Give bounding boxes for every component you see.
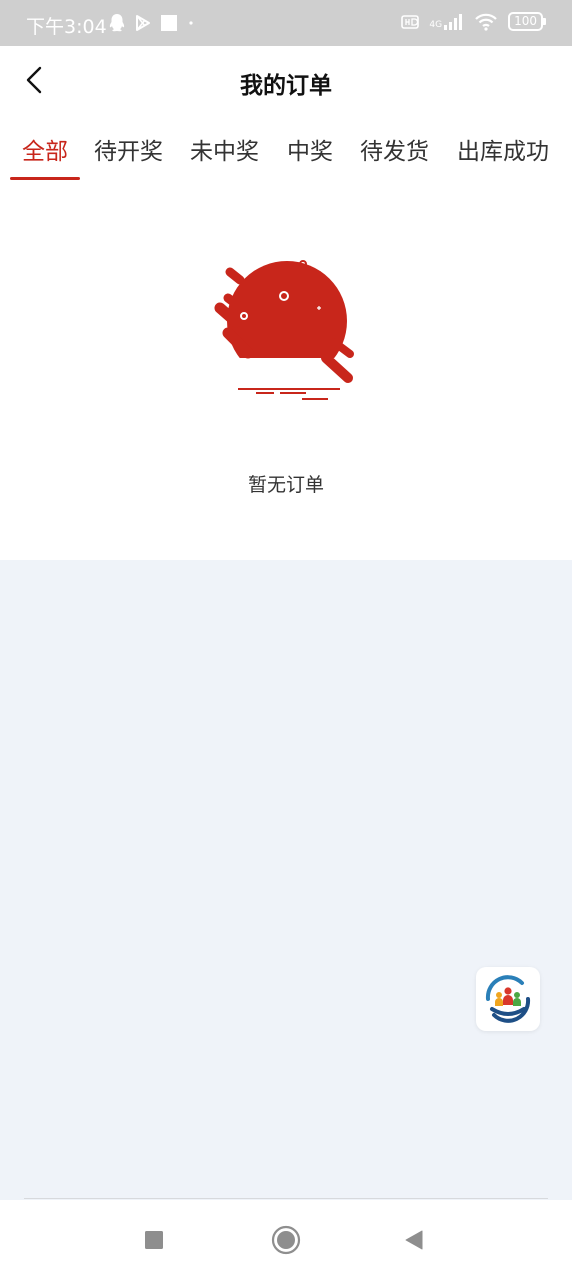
- hd-voice-icon: [401, 14, 420, 29]
- order-status-tabs: 全部 待开奖 未中奖 中奖 待发货 出库成功: [0, 116, 572, 196]
- back-nav-button[interactable]: [394, 1220, 434, 1260]
- system-navigation-bar: [0, 1200, 572, 1276]
- home-button[interactable]: [266, 1220, 306, 1260]
- page-title: 我的订单: [240, 73, 332, 99]
- app-notification-icon: [161, 15, 177, 31]
- tab-shipped[interactable]: 出库成功: [457, 132, 549, 166]
- recent-apps-button[interactable]: [134, 1220, 174, 1260]
- status-time: 下午3:04: [26, 16, 107, 38]
- tab-all[interactable]: 全部: [22, 132, 68, 166]
- network-type: 4G: [429, 19, 443, 30]
- battery-tip-icon: [543, 18, 546, 25]
- floating-service-button[interactable]: [476, 967, 540, 1031]
- tab-won[interactable]: 中奖: [287, 132, 333, 166]
- order-list: 暂无订单: [0, 196, 572, 560]
- empty-state-message: 暂无订单: [247, 474, 324, 496]
- signal-bars-icon: [444, 13, 463, 30]
- tab-not-won[interactable]: 未中奖: [190, 132, 259, 166]
- empty-order-illustration: [214, 260, 354, 400]
- triangle-back-icon: [405, 1230, 423, 1250]
- battery: 100: [508, 12, 546, 31]
- circle-home-icon: [271, 1225, 301, 1255]
- community-hands-logo-icon: [485, 975, 531, 1023]
- wifi-icon: [475, 13, 497, 31]
- play-store-icon: [136, 15, 150, 31]
- tab-pending-draw[interactable]: 待开奖: [94, 132, 163, 166]
- header: 我的订单: [0, 46, 572, 116]
- tab-pending-shipment[interactable]: 待发货: [360, 132, 429, 166]
- square-icon: [145, 1231, 163, 1249]
- battery-level: 100: [508, 12, 543, 31]
- status-system-icons: 4G 100: [401, 12, 546, 31]
- cellular-signal: 4G: [429, 13, 464, 30]
- active-tab-indicator: [10, 177, 80, 180]
- status-bar: 下午3:04 4G 100: [0, 0, 572, 46]
- status-notification-icons: [108, 13, 196, 33]
- nav-divider: [24, 1198, 548, 1199]
- more-notifications-dot-icon: [189, 21, 193, 25]
- qq-icon: [109, 14, 125, 32]
